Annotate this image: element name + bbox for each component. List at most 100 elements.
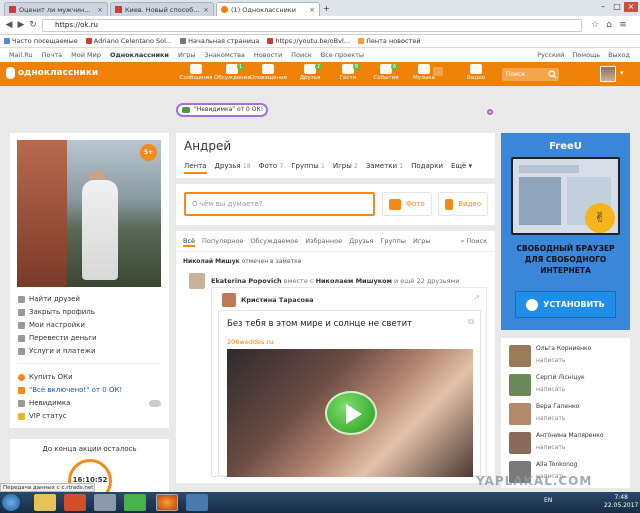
friend-avatar[interactable] [509, 403, 531, 425]
toplink[interactable]: Почта [42, 51, 62, 59]
external-link-icon[interactable]: ⧉ [468, 317, 474, 327]
friend-item[interactable]: Ольга Корниенко написать [509, 345, 591, 367]
toplink[interactable]: Новости [254, 51, 282, 59]
nav-notifications[interactable]: Оповещения [250, 64, 287, 86]
freeu-ad[interactable]: FreeU ✌ СВОБОДНЫЙ БРАУЗЕР ДЛЯ СВОБОДНОГО… [501, 133, 630, 330]
friend-avatar[interactable] [509, 374, 531, 396]
invisible-toggle[interactable] [149, 400, 161, 407]
browser-tab-1[interactable]: Оценит ли мужчина мо × [4, 2, 108, 16]
feed-tab-games[interactable]: Игры [413, 237, 431, 247]
feed-tab-favorites[interactable]: Избранное [305, 237, 342, 247]
menu-vip[interactable]: VIP статус [18, 412, 67, 420]
menu-all-inclusive[interactable]: "Всё включено!" от 0 ОК! [18, 386, 122, 394]
story-author[interactable]: Ekaterina Popovich [211, 277, 282, 285]
language-indicator[interactable]: EN [544, 497, 552, 504]
toplink-current[interactable]: Одноклассники [110, 51, 169, 59]
search-icon[interactable] [548, 70, 557, 79]
write-link[interactable]: написать [536, 415, 579, 422]
write-link[interactable]: написать [536, 444, 604, 451]
browser-tab-3[interactable]: (1) Одноклассники × [216, 2, 320, 16]
user-avatar[interactable] [600, 66, 616, 82]
bookmark-item[interactable]: Начальная страница [180, 37, 259, 45]
language-link[interactable]: Русский [537, 51, 564, 59]
feed-header-author[interactable]: Николай Мишук [183, 258, 240, 265]
bookmark-item[interactable]: Лента новостей [357, 37, 421, 45]
bookmark-item[interactable]: Часто посещаемые [4, 37, 78, 45]
nav-guests[interactable]: 8 Гости [330, 64, 366, 86]
friend-item[interactable]: Сергій Лісніцук написать [509, 374, 585, 396]
star-icon[interactable]: ☆ [590, 20, 600, 30]
nav-friends[interactable]: 2 Друзья [292, 64, 328, 86]
friend-name[interactable]: Ольга Корниенко [536, 345, 591, 352]
firefox-icon[interactable] [156, 494, 178, 511]
feed-tab-friends[interactable]: Друзья [349, 237, 373, 247]
shared-author-avatar[interactable] [222, 293, 236, 307]
torrent-icon[interactable] [124, 494, 146, 511]
article-link[interactable]: 206weddes.ru [227, 338, 273, 346]
home-icon[interactable]: ⌂ [604, 20, 614, 30]
tab-groups[interactable]: Группы 1 [291, 162, 325, 174]
tab-games[interactable]: Игры 2 [333, 162, 358, 174]
friend-avatar[interactable] [509, 432, 531, 454]
story-more[interactable]: и ещё 22 друзьями [394, 277, 460, 285]
close-window-icon[interactable]: × [624, 2, 638, 12]
video-button[interactable]: Видео [438, 192, 488, 216]
explorer-icon[interactable] [34, 494, 56, 511]
friend-item[interactable]: Антонина Маляренко написать [509, 432, 604, 454]
toplink[interactable]: Все проекты [321, 51, 364, 59]
browser-tab-2[interactable]: Киев. Новый способ зараб × [110, 2, 214, 16]
minimize-icon[interactable]: – [596, 2, 610, 12]
app-icon[interactable] [64, 494, 86, 511]
friend-name[interactable]: Сергій Лісніцук [536, 374, 585, 381]
post-input[interactable]: О чём вы думаете? [184, 192, 375, 216]
feed-tab-all[interactable]: Всё [183, 237, 196, 247]
menu-services[interactable]: Услуги и платежи [18, 347, 96, 355]
tab-gifts[interactable]: Подарки [411, 162, 443, 174]
toplink[interactable]: Поиск [291, 51, 312, 59]
play-button[interactable] [325, 391, 377, 435]
toplink[interactable]: Mail.Ru [9, 51, 33, 59]
menu-invisible[interactable]: Невидимка [18, 399, 70, 407]
shared-author-name[interactable]: Кристина Тарасова [241, 296, 314, 304]
menu-close-profile[interactable]: Закрыть профиль [18, 308, 95, 316]
menu-buy-ok[interactable]: Купить ОКи [18, 373, 73, 381]
nav-messages[interactable]: Сообщения [178, 64, 214, 86]
article-title[interactable]: Без тебя в этом мире и солнце не светит [227, 319, 412, 329]
chevron-down-icon[interactable]: ▾ [620, 69, 624, 77]
reload-icon[interactable]: ↻ [28, 20, 38, 30]
tab-friends[interactable]: Друзья 18 [215, 162, 251, 174]
article-card[interactable]: Без тебя в этом мире и солнце не светит … [218, 310, 481, 477]
feed-search[interactable]: ⌕ Поиск [461, 237, 487, 246]
start-button[interactable] [2, 494, 20, 511]
menu-icon[interactable]: ≡ [618, 20, 628, 30]
nav-discussions[interactable]: 1 Обсуждения [214, 64, 251, 86]
bookmark-item[interactable]: Adriano Celentano Sol... [85, 37, 172, 45]
toplink[interactable]: Мой Мир [71, 51, 101, 59]
forward-icon[interactable]: ▶ [16, 20, 26, 30]
write-link[interactable]: написать [536, 357, 591, 364]
music-play-button[interactable] [430, 67, 446, 89]
close-icon[interactable]: × [97, 6, 103, 14]
toplink[interactable]: Игры [178, 51, 196, 59]
tab-more[interactable]: Ещё ▾ [451, 162, 472, 174]
ok-logo[interactable]: одноклассники [6, 67, 98, 79]
close-icon[interactable]: × [203, 6, 209, 14]
menu-settings[interactable]: Мои настройки [18, 321, 85, 329]
nav-video[interactable]: Видео [458, 64, 494, 86]
story-friend[interactable]: Николаем Мишуком [316, 277, 392, 285]
tab-feed[interactable]: Лента [184, 162, 207, 174]
feed-tab-discussed[interactable]: Обсуждаемое [250, 237, 298, 247]
photo-button[interactable]: Фото [382, 192, 432, 216]
back-icon[interactable]: ◀ [4, 20, 14, 30]
story-avatar[interactable] [189, 273, 205, 289]
close-icon[interactable]: × [309, 6, 315, 14]
write-link[interactable]: написать [536, 386, 585, 393]
taskbar-clock[interactable]: 7:48 22.05.2017 [604, 494, 638, 510]
friend-avatar[interactable] [509, 345, 531, 367]
new-tab-icon[interactable]: + [323, 4, 330, 13]
friend-name[interactable]: Alla Tonkonog [536, 461, 577, 468]
menu-find-friends[interactable]: Найти друзей [18, 295, 80, 303]
profile-photo[interactable] [17, 140, 161, 287]
maximize-icon[interactable]: □ [610, 2, 624, 12]
invisible-promo-pill[interactable]: "Невидимка" от 0 ОК! [176, 103, 268, 117]
